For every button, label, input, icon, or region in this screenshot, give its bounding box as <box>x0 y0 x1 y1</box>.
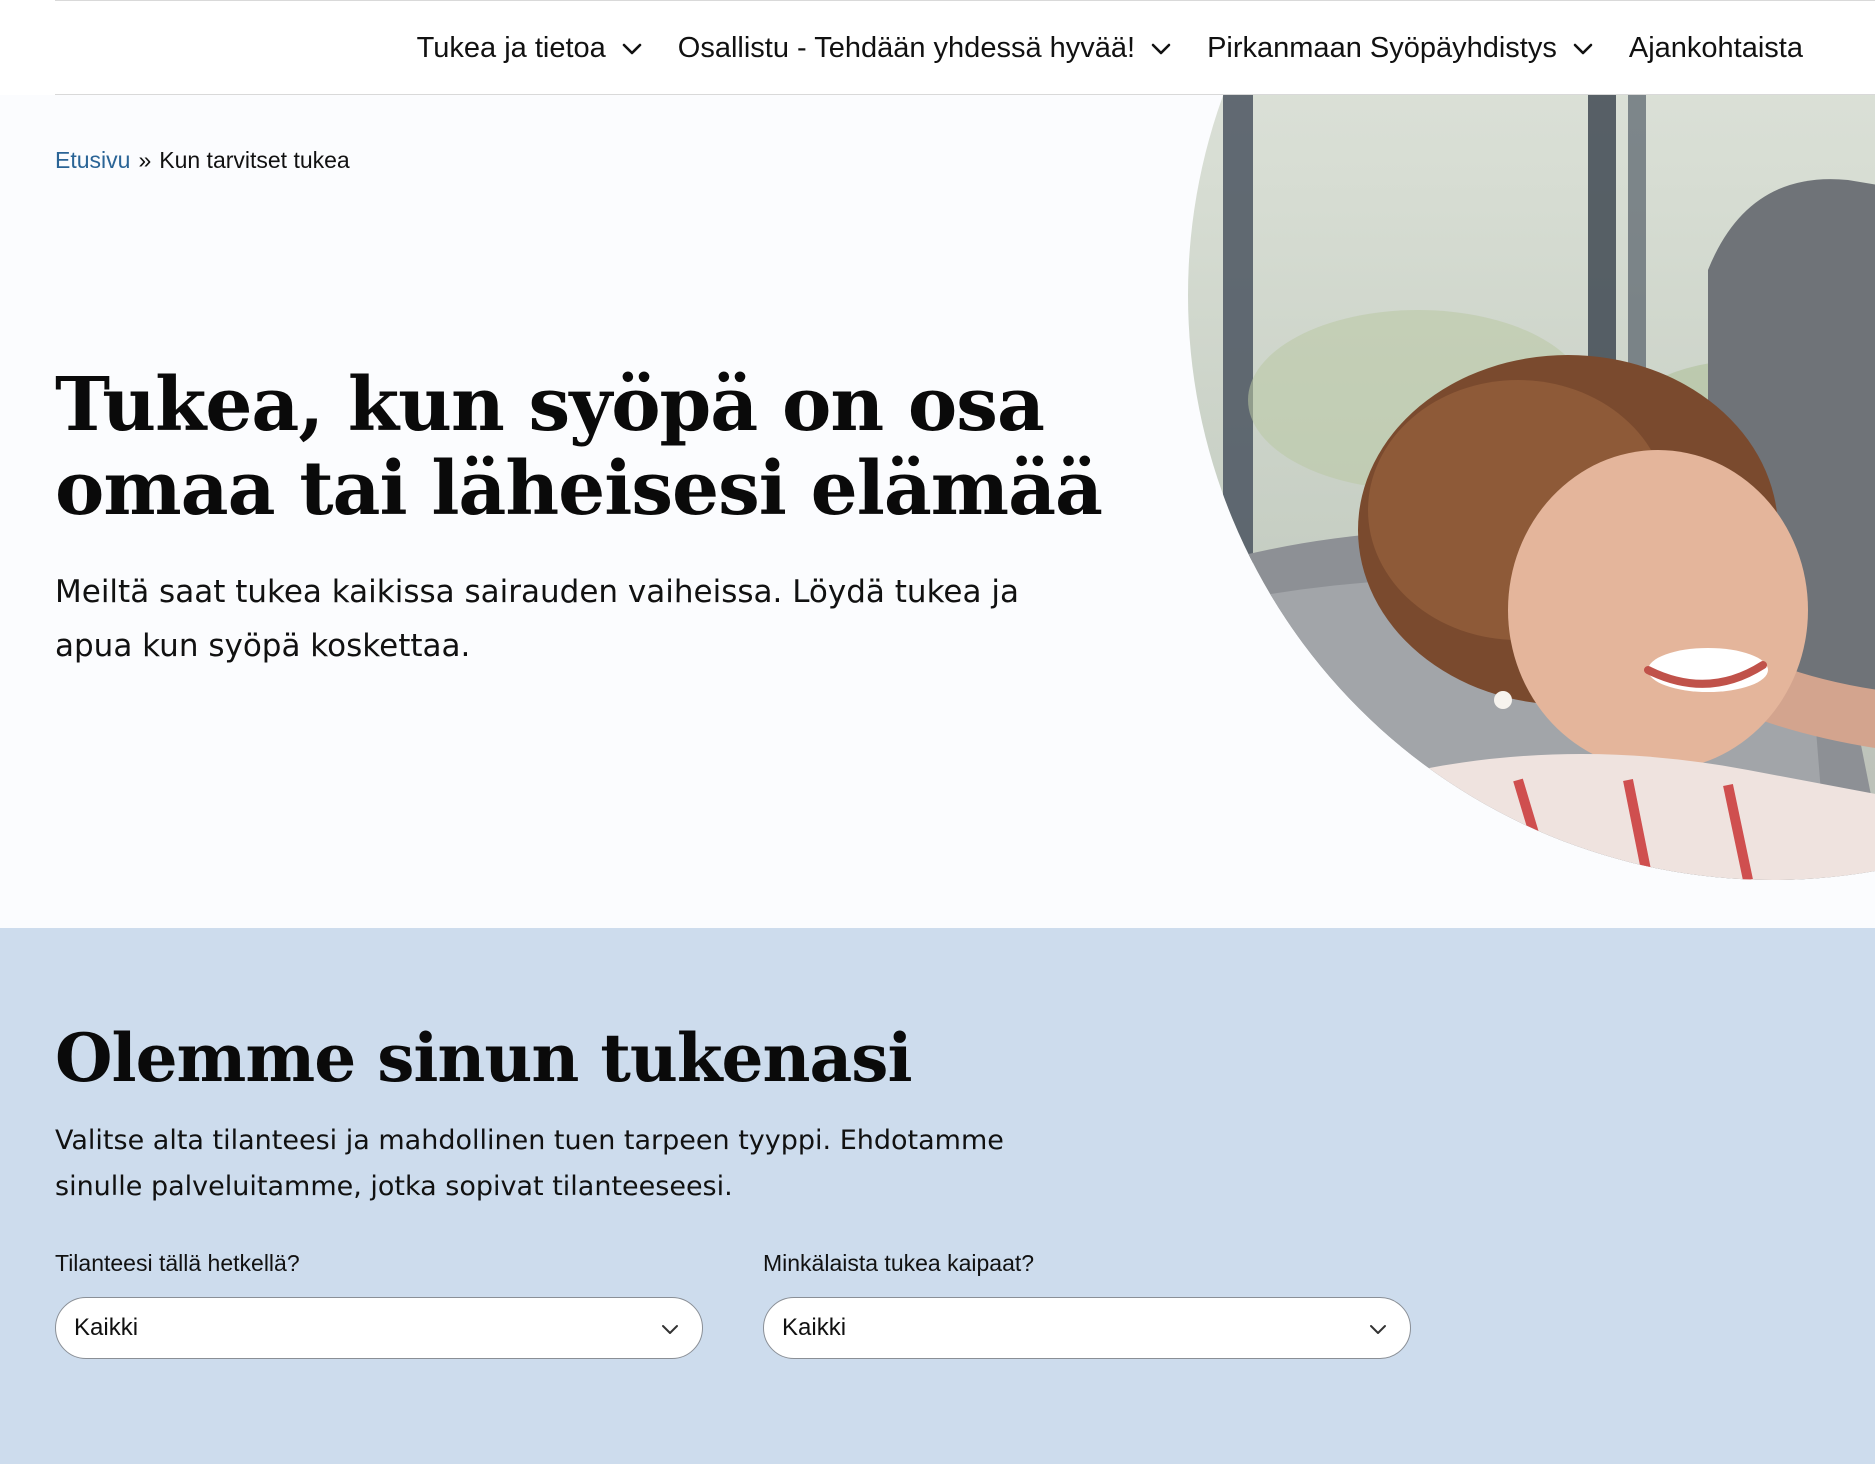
nav-item-label: Pirkanmaan Syöpäyhdistys <box>1207 32 1557 64</box>
chevron-down-icon <box>1370 1325 1386 1334</box>
situation-select[interactable]: Kaikki <box>55 1297 703 1359</box>
chevron-down-icon <box>1573 43 1593 54</box>
support-type-filter: Minkälaista tukea kaipaat? Kaikki <box>763 1250 1411 1359</box>
support-type-select-value: Kaikki <box>782 1314 847 1341</box>
hero-image <box>1188 95 1875 880</box>
breadcrumb-home-link[interactable]: Etusivu <box>55 147 130 173</box>
chevron-down-icon <box>622 43 642 54</box>
nav-item-pirkanmaan-syopayhdistys[interactable]: Pirkanmaan Syöpäyhdistys <box>1207 32 1595 65</box>
support-section: Olemme sinun tukenasi Valitse alta tilan… <box>0 928 1875 1464</box>
nav-item-label: Ajankohtaista <box>1628 32 1803 64</box>
support-title: Olemme sinun tukenasi <box>55 1019 913 1097</box>
support-type-filter-label: Minkälaista tukea kaipaat? <box>763 1250 1035 1276</box>
hero-section: Etusivu » Kun tarvitset tukea Tukea, kun s… <box>0 95 1875 928</box>
chevron-down-icon <box>1151 43 1171 54</box>
nav-list: Tukea ja tietoa Osallistu - Tehdään yhde… <box>417 1 1803 96</box>
hero-photo-illustration <box>1188 95 1875 880</box>
breadcrumb: Etusivu » Kun tarvitset tukea <box>55 147 350 174</box>
situation-select-value: Kaikki <box>74 1314 139 1341</box>
nav-item-label: Tukea ja tietoa <box>416 32 606 64</box>
nav-item-ajankohtaista[interactable]: Ajankohtaista <box>1629 32 1803 65</box>
situation-filter: Tilanteesi tällä hetkellä? Kaikki <box>55 1250 703 1359</box>
hero-lead-text: Meiltä saat tukea kaikissa sairauden vai… <box>55 574 1019 664</box>
nav-item-osallistu[interactable]: Osallistu - Tehdään yhdessä hyvää! <box>678 32 1173 65</box>
chevron-down-icon <box>662 1325 678 1334</box>
nav-item-label: Osallistu - Tehdään yhdessä hyvää! <box>677 32 1136 64</box>
support-lead-text: Valitse alta tilanteesi ja mahdollinen t… <box>55 1125 1004 1202</box>
breadcrumb-separator: » <box>138 147 152 173</box>
nav-item-tukea-ja-tietoa[interactable]: Tukea ja tietoa <box>417 32 644 65</box>
page-title: Tukea, kun syöpä on osa omaa tai läheise… <box>55 362 1103 532</box>
main-navigation: Tukea ja tietoa Osallistu - Tehdään yhde… <box>55 0 1875 95</box>
support-type-select[interactable]: Kaikki <box>763 1297 1411 1359</box>
breadcrumb-current: Kun tarvitset tukea <box>159 147 350 173</box>
situation-filter-label: Tilanteesi tällä hetkellä? <box>55 1250 300 1276</box>
